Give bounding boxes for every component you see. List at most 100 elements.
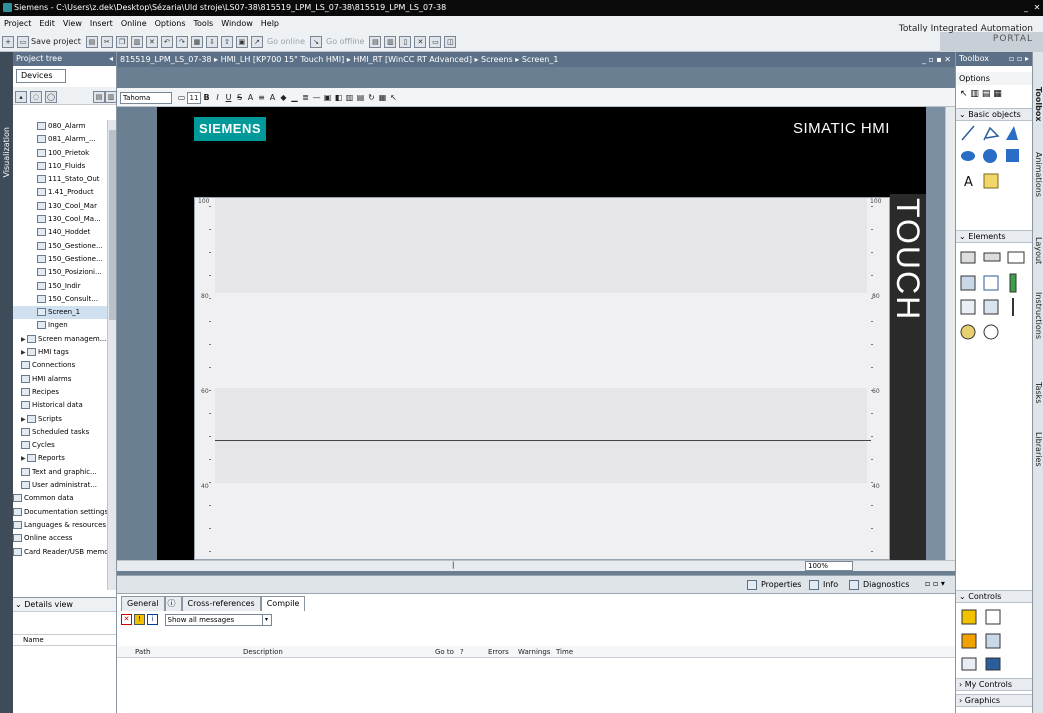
tree-item[interactable]: Connections xyxy=(13,359,107,372)
tab-animations[interactable]: Animations xyxy=(1034,152,1043,197)
info-tab[interactable]: Info xyxy=(809,578,838,592)
properties-tab[interactable]: Properties xyxy=(747,578,801,592)
tree-stop-icon[interactable]: ◯ xyxy=(45,91,57,103)
tree-item[interactable]: ▶ Screen managem... xyxy=(13,333,107,346)
tree-item[interactable]: Ingen xyxy=(13,319,107,332)
toolbox-window-controls[interactable]: ▫ ▫ ▸ xyxy=(1009,52,1029,66)
tree-detail-icon[interactable]: ▥ xyxy=(105,91,117,103)
editor-window-controls[interactable]: _ ▫ ▪ ✕ xyxy=(922,52,951,67)
underline-icon[interactable]: U xyxy=(223,92,234,104)
tree-item[interactable]: 150_Gestione... xyxy=(13,240,107,253)
simulate-icon[interactable]: ▣ xyxy=(235,36,248,48)
editor-horizontal-scrollbar[interactable]: | 100% xyxy=(117,560,955,571)
tree-item[interactable]: Scheduled tasks xyxy=(13,426,107,439)
menu-tools[interactable]: Tools xyxy=(190,16,218,32)
tree-item[interactable]: 150_Posizioni... xyxy=(13,266,107,279)
menu-edit[interactable]: Edit xyxy=(35,16,59,32)
section-my-controls[interactable]: › My Controls xyxy=(956,678,1032,691)
col-goto[interactable]: Go to xyxy=(435,646,454,658)
tree-item[interactable]: 140_Hoddet xyxy=(13,226,107,239)
tree-overview-icon[interactable]: ▤ xyxy=(93,91,105,103)
error-filter-icon[interactable]: ✕ xyxy=(121,614,132,625)
inspector-window-controls[interactable]: ▫ ▫ ▾ xyxy=(925,579,945,588)
undo-icon[interactable]: ↶ xyxy=(160,36,173,48)
tree-item[interactable]: 081_Alarm_... xyxy=(13,133,107,146)
font-color-icon[interactable]: A xyxy=(267,92,278,104)
col-path[interactable]: Path xyxy=(135,646,150,658)
tab-layout[interactable]: Layout xyxy=(1034,237,1043,264)
col-description[interactable]: Description xyxy=(243,646,283,658)
tree-item[interactable]: User administrat... xyxy=(13,479,107,492)
icon-view-icon[interactable]: ▦ xyxy=(993,89,1002,99)
info-filter-icon[interactable]: i xyxy=(147,614,158,625)
menu-view[interactable]: View xyxy=(59,16,86,32)
tree-item[interactable]: 111_Stato_Out xyxy=(13,173,107,186)
tree-refresh-icon[interactable]: ◌ xyxy=(30,91,42,103)
tree-item[interactable]: HMI alarms xyxy=(13,373,107,386)
cross-reference-icon[interactable]: ▥ xyxy=(384,36,397,48)
section-controls[interactable]: ⌄ Controls xyxy=(956,590,1032,603)
go-online-icon[interactable]: ↗ xyxy=(250,36,263,48)
section-basic-objects[interactable]: ⌄ Basic objects xyxy=(956,108,1032,121)
tree-scroll-thumb[interactable] xyxy=(109,130,116,320)
download-icon[interactable]: ⇩ xyxy=(205,36,218,48)
minimize-button[interactable]: _ xyxy=(1021,2,1031,13)
breadcrumb-screen[interactable]: Screen_1 xyxy=(522,55,559,64)
tree-scrollbar[interactable] xyxy=(107,120,116,590)
warning-filter-icon[interactable]: ! xyxy=(134,614,145,625)
upload-icon[interactable]: ⇧ xyxy=(220,36,233,48)
diagnostics-tab[interactable]: Diagnostics xyxy=(849,578,909,592)
tab-instructions[interactable]: Instructions xyxy=(1034,292,1043,339)
redo-icon[interactable]: ↷ xyxy=(175,36,188,48)
tree-item[interactable]: ▶ Scripts xyxy=(13,413,107,426)
tree-item[interactable]: Languages & resources xyxy=(13,519,107,532)
tree-up-icon[interactable]: ▴ xyxy=(15,91,27,103)
tree-item[interactable]: 150_Consult... xyxy=(13,293,107,306)
arrange-icon[interactable]: ◧ xyxy=(333,92,344,104)
menu-window[interactable]: Window xyxy=(217,16,257,32)
col-help[interactable]: ? xyxy=(460,646,464,658)
tab-cross-references[interactable]: Cross-references xyxy=(181,596,261,611)
tree-item[interactable]: 110_Fluids xyxy=(13,160,107,173)
tree-item[interactable]: ▶ Reports xyxy=(13,452,107,465)
tree-item[interactable]: 130_Cool_Ma... xyxy=(13,213,107,226)
text-align-icon[interactable]: ≡ xyxy=(256,92,267,104)
cut-icon[interactable]: ✂ xyxy=(100,36,113,48)
font-select[interactable]: Tahoma xyxy=(120,92,172,104)
editor-vertical-scrollbar[interactable] xyxy=(945,107,955,560)
tree-item[interactable]: 080_Alarm xyxy=(13,120,107,133)
compile-icon[interactable]: ▦ xyxy=(190,36,203,48)
font-size-icon[interactable]: ▭ xyxy=(176,92,187,104)
save-project-button[interactable]: Save project xyxy=(30,36,84,48)
breadcrumb-screens[interactable]: Screens xyxy=(481,55,513,64)
breadcrumb-runtime[interactable]: HMI_RT [WinCC RT Advanced] xyxy=(353,55,472,64)
tab-compile[interactable]: Compile xyxy=(260,596,306,611)
tree-item[interactable]: Online access xyxy=(13,532,107,545)
tree-item[interactable]: 100_Prietok xyxy=(13,147,107,160)
tab-libraries[interactable]: Libraries xyxy=(1034,432,1043,467)
tree-item[interactable]: 1.41_Product xyxy=(13,186,107,199)
fill-color-icon[interactable]: ◆ xyxy=(278,92,289,104)
layer-icon[interactable]: ▦ xyxy=(377,92,388,104)
group-icon[interactable]: ▣ xyxy=(322,92,333,104)
strikethrough-icon[interactable]: S xyxy=(234,92,245,104)
visualization-tab[interactable]: Visualization xyxy=(2,127,11,178)
paste-icon[interactable]: ▥ xyxy=(130,36,143,48)
col-warnings[interactable]: Warnings xyxy=(518,646,550,658)
zoom-select[interactable]: 100% xyxy=(805,561,853,571)
devices-tab[interactable]: Devices xyxy=(16,69,66,83)
close-button[interactable]: ✕ xyxy=(1032,2,1042,13)
bold-icon[interactable]: B xyxy=(201,92,212,104)
align-icon[interactable]: ≣ xyxy=(300,92,311,104)
line-style-icon[interactable]: — xyxy=(311,92,322,104)
tree-item[interactable]: Documentation settings xyxy=(13,506,107,519)
tree-item[interactable]: 150_Indir xyxy=(13,280,107,293)
tree-item[interactable]: 130_Cool_Mar xyxy=(13,200,107,213)
menu-insert[interactable]: Insert xyxy=(86,16,117,32)
menu-help[interactable]: Help xyxy=(257,16,283,32)
pointer-icon[interactable]: ↖ xyxy=(388,92,399,104)
tree-item[interactable]: Text and graphic... xyxy=(13,466,107,479)
go-offline-button[interactable]: Go offline xyxy=(323,36,367,48)
tab-tasks[interactable]: Tasks xyxy=(1034,382,1043,403)
col-time[interactable]: Time xyxy=(556,646,573,658)
